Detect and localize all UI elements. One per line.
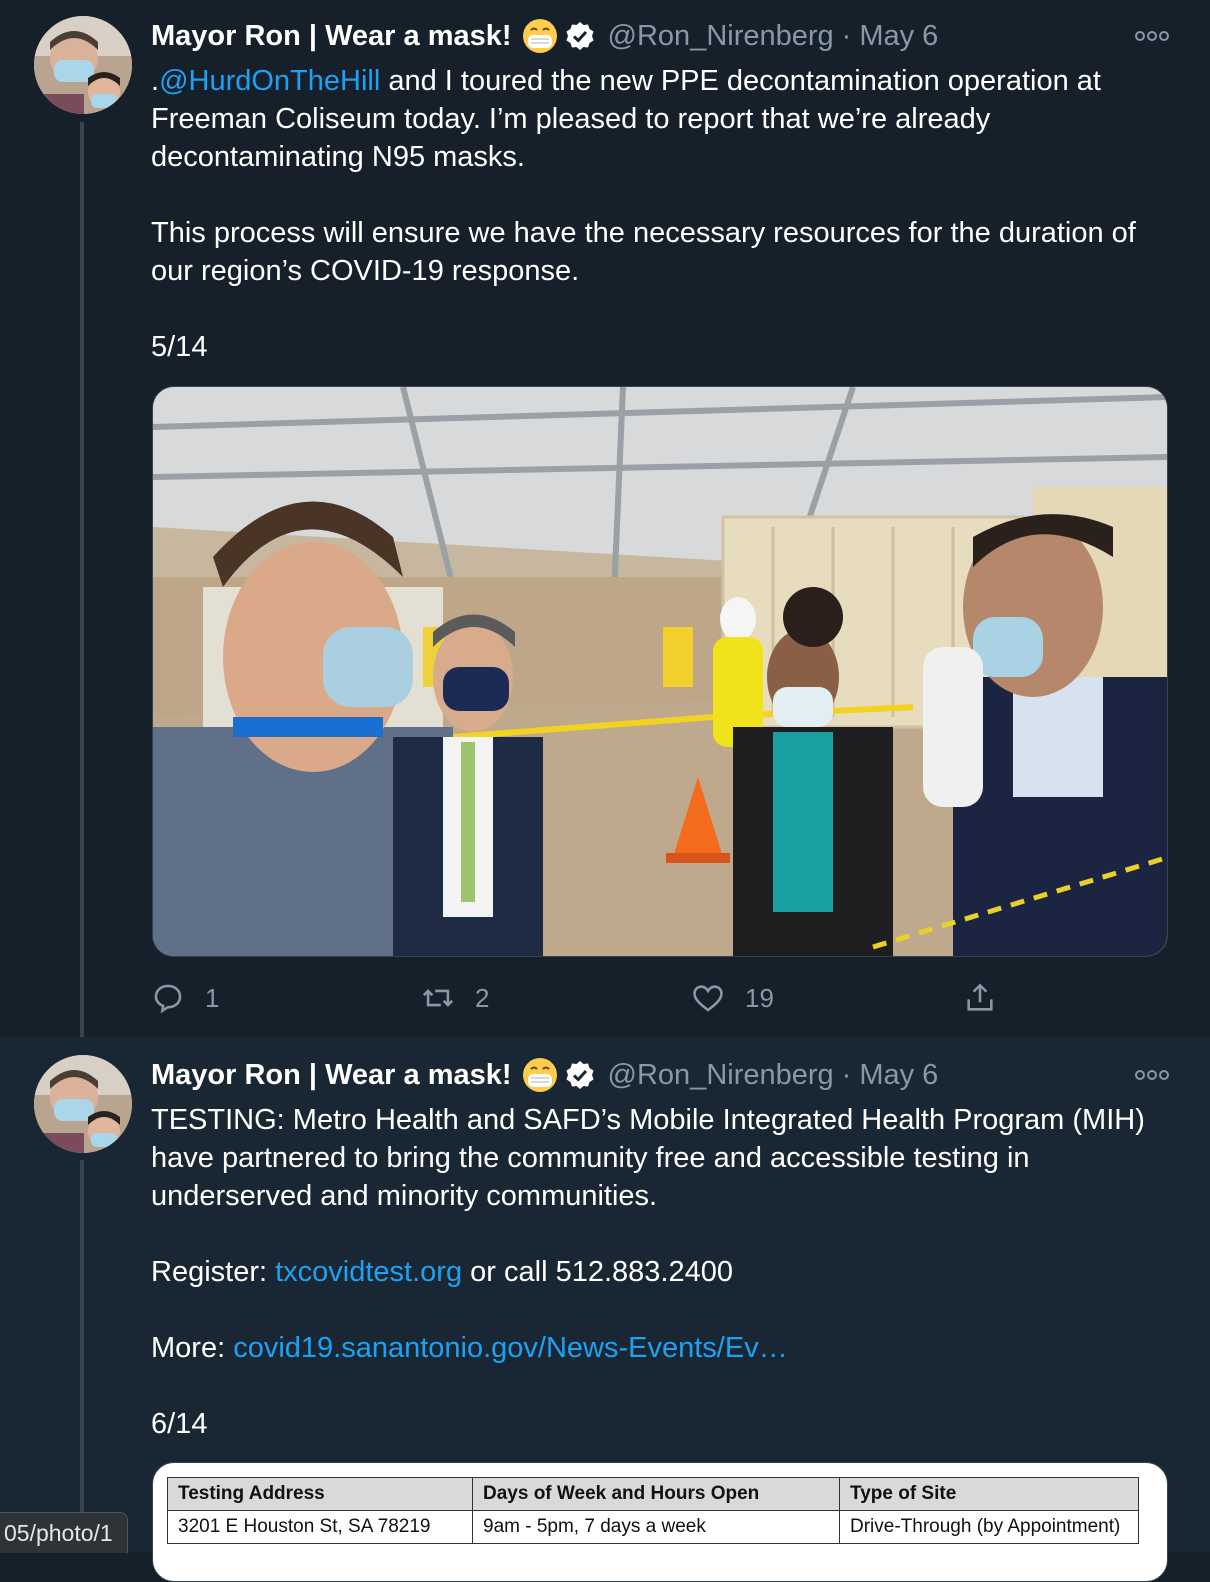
tweet-header: Mayor Ron | Wear a mask! @Ron_Nirenberg … [151, 1055, 938, 1095]
reply-count: 1 [205, 982, 220, 1013]
thread-index: 5/14 [151, 331, 208, 363]
avatar-image [34, 16, 132, 114]
text-prefix: . [151, 65, 160, 97]
tweet-date[interactable]: May 6 [859, 1059, 938, 1092]
author-name[interactable]: Mayor Ron | Wear a mask! [151, 20, 512, 53]
table-row: 3201 E Houston St, SA 78219 9am - 5pm, 7… [167, 1510, 1139, 1544]
mention-link[interactable]: @HurdOnTheHill [159, 65, 380, 97]
heart-icon [693, 985, 723, 1012]
separator-dot: · [841, 1058, 852, 1091]
share-button[interactable] [963, 976, 1017, 1020]
thread-line [80, 122, 84, 1037]
register-label: Register: [151, 1256, 276, 1288]
reply-icon [154, 984, 182, 1014]
more-options-icon[interactable] [1134, 26, 1170, 46]
face-with-medical-mask-icon [522, 1057, 558, 1093]
table-cell: 3201 E Houston St, SA 78219 [167, 1510, 473, 1544]
tweet-text: .@HurdOnTheHill and I toured the new PPE… [151, 62, 1171, 366]
testing-sites-table: Testing Address Days of Week and Hours O… [167, 1477, 1139, 1544]
register-phone: or call 512.883.2400 [462, 1256, 733, 1288]
tweet-text: TESTING: Metro Health and SAFD’s Mobile … [151, 1101, 1171, 1443]
thread-index: 6/14 [151, 1408, 208, 1440]
tweet-actions: 1 2 19 [151, 976, 1011, 1020]
thread-line [80, 1160, 84, 1552]
retweet-button[interactable]: 2 [421, 976, 489, 1020]
text-paragraph-2: This process will ensure we have the nec… [151, 217, 1136, 287]
retweet-count: 2 [475, 982, 490, 1013]
verified-badge-icon [564, 20, 596, 52]
tweet-5-of-14[interactable]: Mayor Ron | Wear a mask! @Ron_Nirenberg … [0, 0, 1210, 1037]
table-header-type: Type of Site [839, 1477, 1139, 1511]
more-label: More: [151, 1332, 234, 1364]
tweet-header: Mayor Ron | Wear a mask! @Ron_Nirenberg … [151, 16, 938, 56]
table-cell: 9am - 5pm, 7 days a week [472, 1510, 840, 1544]
avatar[interactable] [34, 16, 132, 114]
status-url-tooltip: 05/photo/1 [0, 1512, 128, 1553]
author-handle[interactable]: @Ron_Nirenberg [608, 20, 834, 53]
author-name[interactable]: Mayor Ron | Wear a mask! [151, 1059, 512, 1092]
photo-image [153, 387, 1167, 956]
more-options-icon[interactable] [1134, 1065, 1170, 1085]
separator-dot: · [841, 19, 852, 52]
face-with-medical-mask-icon [522, 18, 558, 54]
like-button[interactable]: 19 [691, 976, 774, 1020]
avatar-image [34, 1055, 132, 1153]
more-link[interactable]: covid19.sanantonio.gov/News-Events/Ev… [233, 1332, 788, 1364]
verified-badge-icon [564, 1059, 596, 1091]
table-header-hours: Days of Week and Hours Open [472, 1477, 840, 1511]
reply-button[interactable]: 1 [151, 976, 219, 1020]
like-count: 19 [745, 982, 774, 1013]
register-link[interactable]: txcovidtest.org [275, 1256, 462, 1288]
author-handle[interactable]: @Ron_Nirenberg [608, 1059, 834, 1092]
avatar[interactable] [34, 1055, 132, 1153]
tweet-photo-table[interactable]: Testing Address Days of Week and Hours O… [152, 1462, 1168, 1582]
share-icon [967, 983, 993, 1011]
tweet-date[interactable]: May 6 [859, 20, 938, 53]
text-paragraph-1: TESTING: Metro Health and SAFD’s Mobile … [151, 1104, 1145, 1212]
table-cell: Drive-Through (by Appointment) [839, 1510, 1139, 1544]
table-header-address: Testing Address [167, 1477, 473, 1511]
tweet-photo[interactable] [152, 386, 1168, 957]
retweet-icon [422, 989, 454, 1007]
